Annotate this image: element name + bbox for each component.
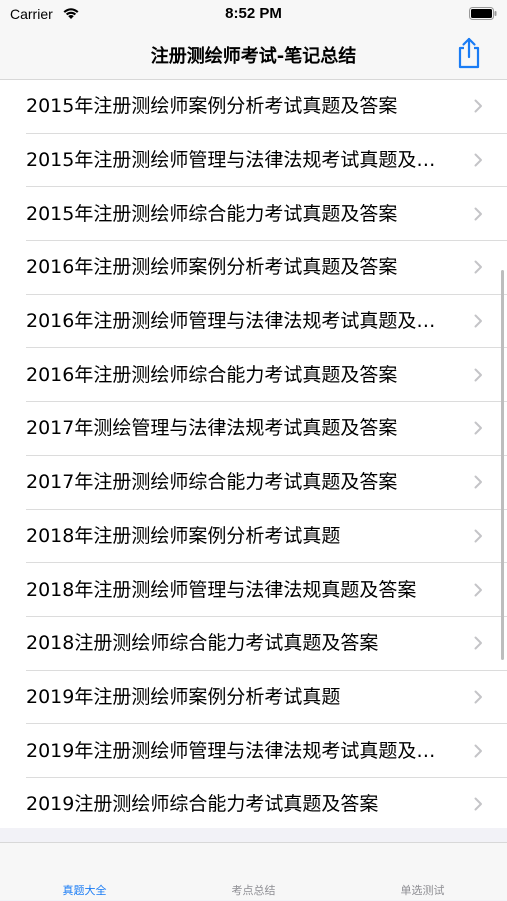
tab-label: 单选测试 — [400, 884, 445, 897]
chevron-right-icon — [474, 529, 482, 543]
tab-bar: 真题大全 考点总结 单选测试 — [0, 842, 507, 900]
scroll-indicator[interactable] — [501, 270, 504, 660]
tab-label: 真题大全 — [62, 884, 107, 897]
list-item[interactable]: 2017年注册测绘师综合能力考试真题及答案 — [26, 456, 507, 510]
list-item[interactable]: 2015年注册测绘师综合能力考试真题及答案 — [26, 187, 507, 242]
navigation-bar: 注册测绘师考试-笔记总结 — [0, 28, 507, 80]
chevron-right-icon — [474, 368, 482, 382]
list-item-label: 2018年注册测绘师案例分析考试真题 — [26, 524, 341, 547]
list-item-label: 2019年注册测绘师案例分析考试真题 — [26, 685, 341, 708]
list-item-label: 2015年注册测绘师综合能力考试真题及答案 — [26, 202, 398, 225]
page-title: 注册测绘师考试-笔记总结 — [150, 46, 357, 67]
exam-list: 2015年注册测绘师案例分析考试真题及答案 2015年注册测绘师管理与法律法规考… — [0, 80, 507, 828]
list-item-label: 2018年注册测绘师管理与法律法规真题及答案 — [26, 578, 417, 601]
list-item-label: 2017年测绘管理与法律法规考试真题及答案 — [26, 417, 398, 440]
status-time: 8:52 PM — [225, 5, 282, 22]
list-item[interactable]: 2018年注册测绘师管理与法律法规真题及答案 — [26, 563, 507, 617]
chevron-right-icon — [474, 421, 482, 435]
list-item-label: 2016年注册测绘师案例分析考试真题及答案 — [26, 256, 398, 279]
list-item[interactable]: 2018注册测绘师综合能力考试真题及答案 — [26, 617, 507, 671]
list-item[interactable]: 2015年注册测绘师案例分析考试真题及答案 — [26, 80, 507, 134]
list-item-label: 2017年注册测绘师综合能力考试真题及答案 — [26, 471, 398, 494]
list-item[interactable]: 2018年注册测绘师案例分析考试真题 — [26, 510, 507, 564]
chevron-right-icon — [474, 636, 482, 650]
battery-icon — [469, 7, 497, 20]
list-item-label: 2015年注册测绘师案例分析考试真题及答案 — [26, 95, 398, 118]
list-item[interactable]: 2016年注册测绘师综合能力考试真题及答案 — [26, 348, 507, 403]
list-item-label: 2015年注册测绘师管理与法律法规考试真题及答案 — [26, 149, 454, 172]
list-item[interactable]: 2017年测绘管理与法律法规考试真题及答案 — [26, 402, 507, 456]
tab-single-choice-test[interactable]: 单选测试 — [338, 843, 507, 901]
tab-questions[interactable]: 真题大全 — [0, 843, 169, 901]
chevron-right-icon — [474, 797, 482, 811]
list-item-label: 2019年注册测绘师管理与法律法规考试真题及答案 — [26, 739, 454, 762]
list-item-label: 2019注册测绘师综合能力考试真题及答案 — [26, 793, 379, 816]
chevron-right-icon — [474, 314, 482, 328]
list-item[interactable]: 2016年注册测绘师案例分析考试真题及答案 — [26, 241, 507, 295]
list-item[interactable]: 2015年注册测绘师管理与法律法规考试真题及答案 — [26, 134, 507, 188]
tab-label: 考点总结 — [231, 884, 276, 897]
share-icon[interactable] — [455, 37, 483, 69]
list-item-label: 2016年注册测绘师管理与法律法规考试真题及答案 — [26, 310, 454, 333]
list-item[interactable]: 2019注册测绘师综合能力考试真题及答案 — [26, 778, 507, 828]
chevron-right-icon — [474, 260, 482, 274]
list-item[interactable]: 2019年注册测绘师案例分析考试真题 — [26, 671, 507, 725]
chevron-right-icon — [474, 475, 482, 489]
chevron-right-icon — [474, 690, 482, 704]
list-item-label: 2016年注册测绘师综合能力考试真题及答案 — [26, 363, 398, 386]
chevron-right-icon — [474, 99, 482, 113]
chevron-right-icon — [474, 207, 482, 221]
list-item[interactable]: 2016年注册测绘师管理与法律法规考试真题及答案 — [26, 295, 507, 349]
list-item[interactable]: 2019年注册测绘师管理与法律法规考试真题及答案 — [26, 724, 507, 778]
tab-key-points[interactable]: 考点总结 — [169, 843, 338, 901]
chevron-right-icon — [474, 583, 482, 597]
status-bar: Carrier 8:52 PM — [0, 0, 507, 28]
list-item-label: 2018注册测绘师综合能力考试真题及答案 — [26, 632, 379, 655]
chevron-right-icon — [474, 744, 482, 758]
chevron-right-icon — [474, 153, 482, 167]
